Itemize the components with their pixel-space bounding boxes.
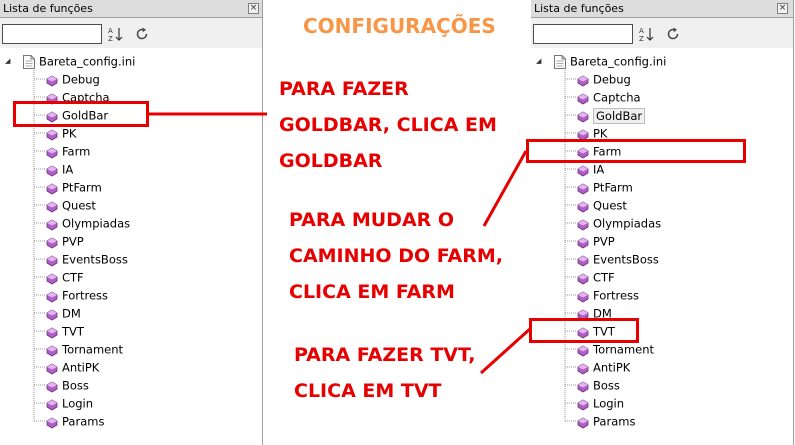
- annotation-arrows: [149, 112, 533, 375]
- arrow-line-tvt: [479, 326, 533, 375]
- arrow-line-farm: [482, 150, 528, 227]
